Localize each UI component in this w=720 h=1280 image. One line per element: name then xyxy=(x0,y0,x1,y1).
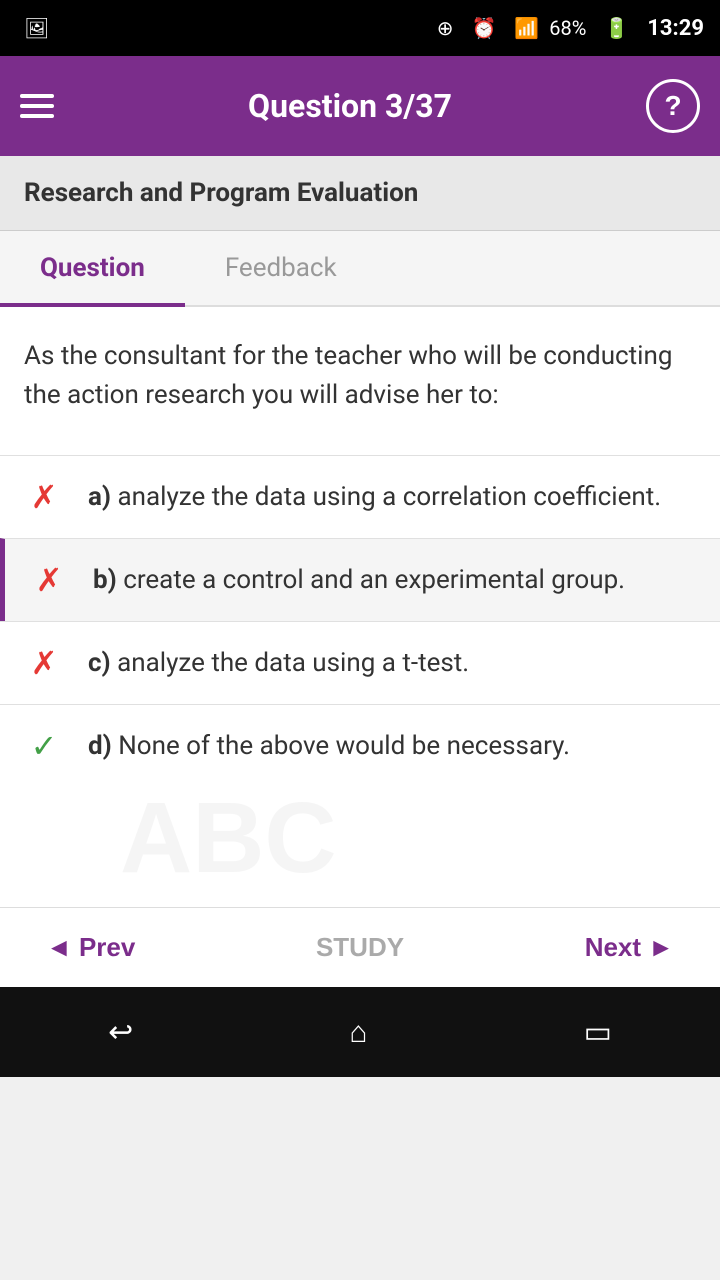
option-b-icon: ✗ xyxy=(29,561,69,599)
svg-text:ABC: ABC xyxy=(120,792,337,894)
clock-icon: ⏰ xyxy=(471,16,496,40)
prev-button[interactable]: ◄ Prev xyxy=(30,922,151,973)
option-c[interactable]: ✗ c) analyze the data using a t-test. xyxy=(0,621,720,704)
home-button[interactable]: ⌂ xyxy=(339,1005,377,1060)
notification-icon: ⊕ xyxy=(437,16,454,40)
options-list: ✗ a) analyze the data using a correlatio… xyxy=(0,455,720,787)
question-content: As the consultant for the teacher who wi… xyxy=(0,307,720,455)
watermark-area: ABC xyxy=(0,787,720,907)
option-a[interactable]: ✗ a) analyze the data using a correlatio… xyxy=(0,455,720,538)
option-d-text: d) None of the above would be necessary. xyxy=(88,728,570,764)
menu-button[interactable] xyxy=(20,94,54,118)
system-nav: ↩ ⌂ ▭ xyxy=(0,987,720,1077)
back-button[interactable]: ↩ xyxy=(98,1005,143,1060)
option-d-icon: ✓ xyxy=(24,727,64,765)
next-button[interactable]: Next ► xyxy=(569,922,690,973)
status-bar: 🖼 ⊕ ⏰ 📶 68% 🔋 13:29 xyxy=(0,0,720,56)
study-button[interactable]: STUDY xyxy=(300,922,420,973)
section-title: Research and Program Evaluation xyxy=(0,156,720,231)
option-a-icon: ✗ xyxy=(24,478,64,516)
status-time: 13:29 xyxy=(647,16,704,41)
battery-level: 68% xyxy=(549,16,586,40)
option-b[interactable]: ✗ b) create a control and an experimenta… xyxy=(0,538,720,621)
signal-icon: 📶 xyxy=(514,16,539,40)
tab-feedback[interactable]: Feedback xyxy=(185,231,377,305)
battery-icon: 🔋 xyxy=(604,16,629,40)
recents-button[interactable]: ▭ xyxy=(574,1005,622,1060)
image-icon: 🖼 xyxy=(24,16,49,40)
page-title: Question 3/37 xyxy=(248,87,452,125)
option-c-text: c) analyze the data using a t-test. xyxy=(88,645,469,681)
help-button[interactable]: ? xyxy=(646,79,700,133)
option-b-text: b) create a control and an experimental … xyxy=(93,562,625,598)
tab-question[interactable]: Question xyxy=(0,231,185,305)
option-a-text: a) analyze the data using a correlation … xyxy=(88,479,661,515)
header: Question 3/37 ? xyxy=(0,56,720,156)
question-text: As the consultant for the teacher who wi… xyxy=(24,337,696,415)
watermark-svg: ABC xyxy=(110,792,610,902)
option-c-icon: ✗ xyxy=(24,644,64,682)
option-d[interactable]: ✓ d) None of the above would be necessar… xyxy=(0,704,720,787)
tabs-container: Question Feedback xyxy=(0,231,720,307)
bottom-nav: ◄ Prev STUDY Next ► xyxy=(0,907,720,987)
